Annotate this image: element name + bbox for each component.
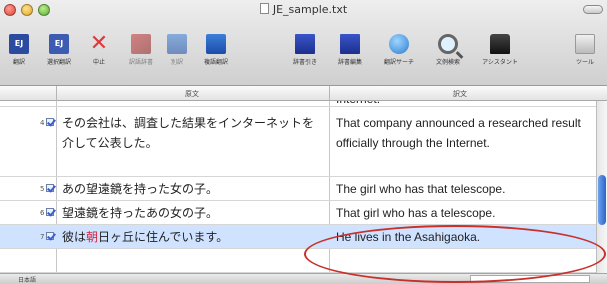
toolbar-label: 別訳 — [170, 59, 183, 66]
toolbar-button-dictionary[interactable]: 訳語辞書 — [124, 22, 158, 82]
column-header: 原文 訳文 — [0, 86, 607, 101]
dictionary-icon — [131, 34, 151, 54]
source-cell[interactable]: 彼は朝日ヶ丘に住んでいます。 — [62, 227, 324, 247]
toolbar-button-stop[interactable]: ✕ 中止 — [82, 22, 116, 82]
source-cell[interactable]: 望遠鏡を持ったあの女の子。 — [62, 203, 324, 223]
toolbar-label: 訳語辞書 — [128, 59, 153, 66]
toolbar-label: 翻訳 — [12, 59, 25, 66]
toolbar-button-assistant[interactable]: アシスタント — [472, 22, 528, 82]
toolbar-label: 文例検索 — [435, 59, 460, 66]
toolbar-button-dictionary-edit[interactable]: 辞書編集 — [330, 22, 370, 82]
stop-icon: ✕ — [89, 31, 109, 56]
example-search-icon — [438, 34, 458, 54]
toolbar-button-example-search[interactable]: 文例検索 — [428, 22, 468, 82]
translation-cell[interactable]: That company announced a researched resu… — [336, 113, 590, 153]
window-title-bar: JE_sample.txt — [0, 3, 607, 16]
toolbar-label: 選択翻訳 — [46, 59, 71, 66]
toolbar: EJ 翻訳 EJ 選択翻訳 ✕ 中止 訳語辞書 別訳 複語翻訳 辞書引き 辞書編… — [0, 20, 607, 84]
window-chrome: JE_sample.txt EJ 翻訳 EJ 選択翻訳 ✕ 中止 訳語辞書 別訳… — [0, 0, 607, 86]
toolbar-toggle-button[interactable] — [583, 5, 603, 14]
table-row[interactable]: 6 望遠鏡を持ったあの女の子。 That girl who has a tele… — [0, 201, 596, 225]
toolbar-button-multi-translation[interactable]: 複語翻訳 — [196, 22, 236, 82]
toolbar-label: ツール — [575, 59, 594, 66]
toolbar-label: 中止 — [92, 59, 105, 66]
row-checkbox[interactable] — [46, 184, 55, 192]
toolbar-button-tools[interactable]: ツール — [566, 22, 604, 82]
row-number: 6 — [40, 208, 58, 217]
toolbar-button-translation-search[interactable]: 翻訳サーチ — [376, 22, 422, 82]
column-header-source[interactable]: 原文 — [56, 89, 328, 99]
toolbar-label: 複語翻訳 — [203, 59, 228, 66]
highlighted-text: 朝 — [86, 230, 99, 244]
translation-cell[interactable]: That girl who has a telescope. — [336, 203, 590, 223]
vertical-scrollbar[interactable] — [596, 101, 607, 273]
row-checkbox[interactable] — [46, 118, 55, 126]
status-field — [470, 275, 590, 283]
toolbar-button-alternate[interactable]: 別訳 — [160, 22, 194, 82]
assistant-icon — [490, 34, 510, 54]
status-bar: 日本語 — [0, 273, 607, 284]
toolbar-label: 辞書編集 — [337, 59, 362, 66]
status-text: 日本語 — [18, 277, 37, 284]
dictionary-edit-icon — [340, 34, 360, 54]
table-row[interactable]: 5 あの望遠鏡を持った女の子。 The girl who has that te… — [0, 177, 596, 201]
toolbar-button-dictionary-lookup[interactable]: 辞書引き — [286, 22, 324, 82]
row-checkbox[interactable] — [46, 232, 55, 240]
scrollbar-thumb[interactable] — [598, 175, 606, 225]
document-icon — [259, 3, 269, 14]
toolbar-label: 辞書引き — [292, 59, 317, 66]
row-checkbox[interactable] — [46, 208, 55, 216]
translation-cell[interactable]: He lives in the Asahigaoka. — [336, 227, 590, 247]
toolbar-button-translate[interactable]: EJ 翻訳 — [2, 22, 36, 82]
window-title: JE_sample.txt — [272, 3, 348, 16]
row-number: 5 — [40, 184, 58, 193]
toolbar-button-selection-translate[interactable]: EJ 選択翻訳 — [40, 22, 78, 82]
alternate-translation-icon — [167, 34, 187, 54]
table-row-selected[interactable]: 7 彼は朝日ヶ丘に住んでいます。 He lives in the Asahiga… — [0, 225, 596, 249]
row-number: 7 — [40, 232, 58, 241]
app-window: JE_sample.txt EJ 翻訳 EJ 選択翻訳 ✕ 中止 訳語辞書 別訳… — [0, 0, 607, 284]
toolbar-label: 翻訳サーチ — [383, 59, 414, 66]
table-row[interactable]: 4 その会社は、調査した結果をインターネットを介して公表した。 That com… — [0, 107, 596, 177]
translation-search-icon — [389, 34, 409, 54]
translation-table: Internet. 4 その会社は、調査した結果をインターネットを介して公表した… — [0, 101, 596, 273]
table-row-empty[interactable] — [0, 249, 596, 273]
multi-translation-icon — [206, 34, 226, 54]
dictionary-lookup-icon — [295, 34, 315, 54]
toolbar-label: アシスタント — [482, 59, 518, 66]
column-header-translation[interactable]: 訳文 — [330, 89, 590, 99]
tools-icon — [575, 34, 595, 54]
selection-translate-icon: EJ — [49, 34, 69, 54]
translate-ej-icon: EJ — [9, 34, 29, 54]
row-number: 4 — [40, 118, 58, 127]
source-cell[interactable]: あの望遠鏡を持った女の子。 — [62, 179, 324, 199]
source-cell[interactable]: その会社は、調査した結果をインターネットを介して公表した。 — [62, 113, 324, 153]
translation-cell[interactable]: The girl who has that telescope. — [336, 179, 590, 199]
